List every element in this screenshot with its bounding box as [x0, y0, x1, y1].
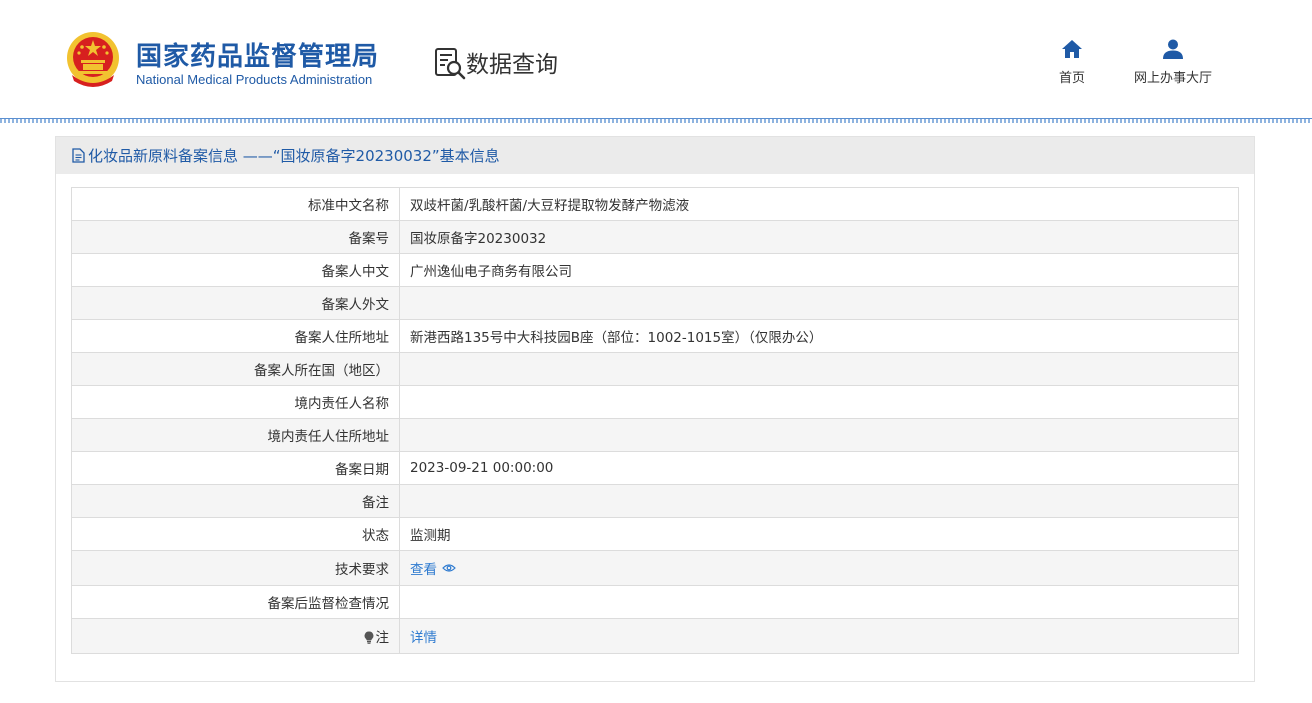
row-value: 新港西路135号中大科技园B座（部位：1002-1015室）（仅限办公）: [399, 319, 1239, 353]
nav-home-link[interactable]: 首页: [1052, 38, 1092, 86]
row-value: 2023-09-21 00:00:00: [399, 451, 1239, 485]
row-value: [399, 484, 1239, 518]
view-tech-requirements-link[interactable]: 查看: [410, 558, 456, 578]
row-value: 详情: [399, 618, 1239, 654]
row-label: 备案号: [71, 220, 400, 254]
table-row: 备案人中文 广州逸仙电子商务有限公司: [71, 253, 1239, 287]
table-row: 标准中文名称 双歧杆菌/乳酸杆菌/大豆籽提取物发酵产物滤液: [71, 187, 1239, 221]
panel-header: 化妆品新原料备案信息 ——“国妆原备字20230032”基本信息: [56, 137, 1254, 174]
table-row: 备案号 国妆原备字20230032: [71, 220, 1239, 254]
row-label: 境内责任人住所地址: [71, 418, 400, 452]
row-label: 备案人所在国（地区）: [71, 352, 400, 386]
table-row: 备案日期 2023-09-21 00:00:00: [71, 451, 1239, 485]
row-label: 备案人住所地址: [71, 319, 400, 353]
table-row: 状态 监测期: [71, 517, 1239, 551]
row-label: 备案人中文: [71, 253, 400, 287]
national-emblem-icon: [67, 32, 119, 87]
table-row: 备注: [71, 484, 1239, 518]
row-value: 广州逸仙电子商务有限公司: [399, 253, 1239, 287]
row-label: 备案后监督检查情况: [71, 585, 400, 619]
user-icon: [1163, 39, 1183, 59]
site-header: 国家药品监督管理局 National Medical Products Admi…: [0, 0, 1312, 118]
eye-icon: [442, 564, 456, 572]
document-icon: [72, 148, 85, 163]
row-label: 状态: [71, 517, 400, 551]
row-value: 监测期: [399, 517, 1239, 551]
table-row: 注 详情: [71, 618, 1239, 654]
table-row: 备案人住所地址 新港西路135号中大科技园B座（部位：1002-1015室）（仅…: [71, 319, 1239, 353]
nav-online-hall-link[interactable]: 网上办事大厅: [1128, 38, 1218, 86]
row-label: 标准中文名称: [71, 187, 400, 221]
table-row: 备案后监督检查情况: [71, 585, 1239, 619]
row-value: [399, 286, 1239, 320]
org-name-en: National Medical Products Administration: [136, 72, 373, 87]
table-row: 备案人外文: [71, 286, 1239, 320]
row-value: 双歧杆菌/乳酸杆菌/大豆籽提取物发酵产物滤液: [399, 187, 1239, 221]
header-divider: [0, 118, 1312, 123]
row-value: [399, 585, 1239, 619]
nav-home-label: 首页: [1058, 71, 1085, 86]
section-title: 数据查询: [466, 52, 558, 78]
row-label: 技术要求: [71, 550, 400, 586]
row-label: 备案日期: [71, 451, 400, 485]
record-panel: 化妆品新原料备案信息 ——“国妆原备字20230032”基本信息 标准中文名称 …: [55, 136, 1255, 682]
table-row: 技术要求 查看: [71, 550, 1239, 586]
row-label-note: 注: [71, 618, 400, 654]
nav-online-hall-label: 网上办事大厅: [1133, 71, 1212, 86]
table-row: 境内责任人名称: [71, 385, 1239, 419]
row-value: 国妆原备字20230032: [399, 220, 1239, 254]
row-value: [399, 418, 1239, 452]
lightbulb-icon: [364, 631, 373, 644]
row-value: [399, 352, 1239, 386]
table-row: 备案人所在国（地区）: [71, 352, 1239, 386]
row-value: [399, 385, 1239, 419]
data-query-icon: [435, 48, 466, 80]
details-link[interactable]: 详情: [410, 626, 437, 646]
note-label: 注: [375, 630, 390, 646]
table-row: 境内责任人住所地址: [71, 418, 1239, 452]
row-label: 境内责任人名称: [71, 385, 400, 419]
row-value: 查看: [399, 550, 1239, 586]
panel-title: 化妆品新原料备案信息 ——“国妆原备字20230032”基本信息: [88, 147, 500, 165]
home-icon: [1062, 40, 1082, 58]
view-link-label: 查看: [410, 562, 437, 578]
row-label: 备案人外文: [71, 286, 400, 320]
record-info-table: 标准中文名称 双歧杆菌/乳酸杆菌/大豆籽提取物发酵产物滤液 备案号 国妆原备字2…: [71, 187, 1239, 654]
org-name-cn: 国家药品监督管理局: [136, 42, 380, 72]
row-label: 备注: [71, 484, 400, 518]
